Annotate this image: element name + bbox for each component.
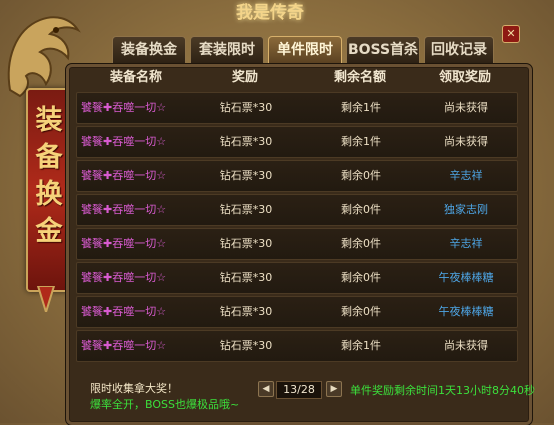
claimer-name[interactable]: 独家志刚 (421, 195, 511, 225)
prev-page-button[interactable]: ◀ (258, 381, 274, 397)
header-item-name: 装备名称 (109, 70, 162, 85)
item-name[interactable]: 饕餮✚吞噬一切☆ (81, 195, 181, 225)
header-quota: 剩余名额 (333, 70, 386, 85)
quota-text: 剩余1件 (341, 135, 381, 148)
claimer-name[interactable]: 午夜棒棒糖 (421, 297, 511, 327)
reward-text: 钻石票*30 (219, 135, 273, 148)
reward-text: 钻石票*30 (219, 203, 273, 216)
header-claim: 领取奖励 (438, 70, 491, 85)
reward-text: 钻石票*30 (219, 169, 273, 182)
quota-text: 剩余0件 (341, 203, 381, 216)
quota-text: 剩余0件 (341, 305, 381, 318)
banner-tip-icon (36, 286, 56, 312)
item-name[interactable]: 饕餮✚吞噬一切☆ (81, 161, 181, 191)
tab-recycle-record[interactable]: 回收记录 (424, 36, 494, 63)
reward-text: 钻石票*30 (219, 271, 273, 284)
reward-text: 钻石票*30 (219, 339, 273, 352)
table-header: 装备名称 奖励 剩余名额 领取奖励 (76, 66, 516, 90)
promo-text: 限时收集拿大奖！ (90, 382, 178, 395)
reward-text: 钻石票*30 (219, 305, 273, 318)
drop-rate-notice: 爆率全开，BOSS也爆极品哦~ (90, 398, 240, 411)
claimer-name[interactable]: 午夜棒棒糖 (421, 263, 511, 293)
reward-text: 钻石票*30 (219, 101, 273, 114)
table-row: 饕餮✚吞噬一切☆ 钻石票*30 剩余0件 独家志刚 (76, 194, 518, 226)
tab-equip-gold[interactable]: 装备换金 (112, 36, 186, 63)
table-row: 饕餮✚吞噬一切☆ 钻石票*30 剩余1件 尚未获得 (76, 126, 518, 158)
item-name[interactable]: 饕餮✚吞噬一切☆ (81, 229, 181, 259)
quota-text: 剩余0件 (341, 271, 381, 284)
tab-boss-first-kill[interactable]: BOSS首杀 (346, 36, 420, 63)
quota-text: 剩余1件 (341, 101, 381, 114)
quota-text: 剩余0件 (341, 169, 381, 182)
table-row: 饕餮✚吞噬一切☆ 钻石票*30 剩余0件 午夜棒棒糖 (76, 296, 518, 328)
banner-title: 装备换金 (35, 105, 63, 247)
item-name[interactable]: 饕餮✚吞噬一切☆ (81, 263, 181, 293)
quota-text: 剩余0件 (341, 237, 381, 250)
claimer-name[interactable]: 辛志祥 (421, 161, 511, 191)
table-row: 饕餮✚吞噬一切☆ 钻石票*30 剩余0件 辛志祥 (76, 228, 518, 260)
claim-status: 尚未获得 (444, 135, 488, 148)
claim-status: 尚未获得 (444, 339, 488, 352)
reward-text: 钻石票*30 (219, 237, 273, 250)
tab-single-limited[interactable]: 单件限时 (268, 36, 342, 63)
item-name[interactable]: 饕餮✚吞噬一切☆ (81, 331, 181, 361)
claimer-name[interactable]: 辛志祥 (421, 229, 511, 259)
item-name[interactable]: 饕餮✚吞噬一切☆ (81, 127, 181, 157)
close-button[interactable]: ✕ (502, 25, 520, 43)
tab-set-limited[interactable]: 套装限时 (190, 36, 264, 63)
claim-status: 尚未获得 (444, 101, 488, 114)
table-row: 饕餮✚吞噬一切☆ 钻石票*30 剩余0件 辛志祥 (76, 160, 518, 192)
item-name[interactable]: 饕餮✚吞噬一切☆ (81, 93, 181, 123)
next-page-button[interactable]: ▶ (326, 381, 342, 397)
header-reward: 奖励 (231, 70, 258, 85)
table-row: 饕餮✚吞噬一切☆ 钻石票*30 剩余1件 尚未获得 (76, 92, 518, 124)
page-indicator: 13/28 (276, 381, 322, 399)
quota-text: 剩余1件 (341, 339, 381, 352)
countdown-timer: 单件奖励剩余时间1天13小时8分40秒 (350, 384, 535, 397)
item-name[interactable]: 饕餮✚吞噬一切☆ (81, 297, 181, 327)
table-row: 饕餮✚吞噬一切☆ 钻石票*30 剩余1件 尚未获得 (76, 330, 518, 362)
game-logo: 我是传奇 (236, 3, 304, 23)
table-row: 饕餮✚吞噬一切☆ 钻石票*30 剩余0件 午夜棒棒糖 (76, 262, 518, 294)
